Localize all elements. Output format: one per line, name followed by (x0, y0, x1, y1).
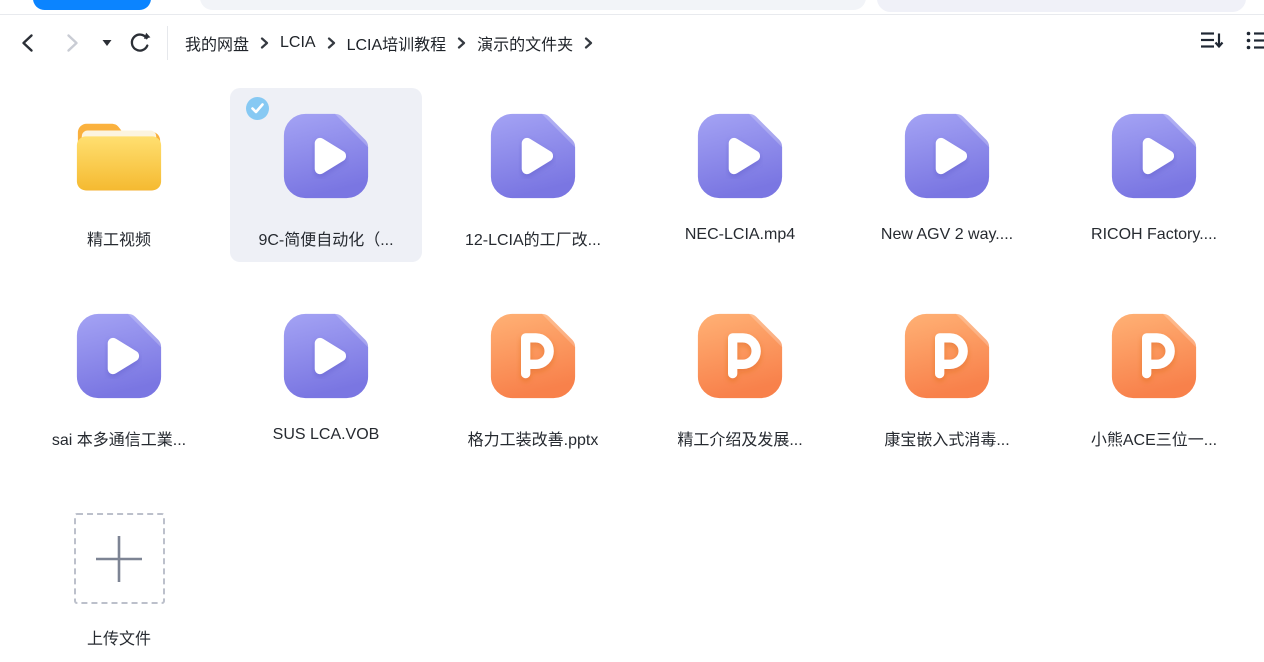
file-name: SUS LCA.VOB (273, 426, 380, 444)
file-name: 精工介绍及发展... (677, 426, 802, 450)
file-icon-wrap (279, 309, 373, 403)
plus-icon (90, 530, 148, 588)
file-name: 康宝嵌入式消毒... (884, 426, 1009, 450)
file-icon-wrap (486, 109, 580, 203)
header-primary-button[interactable] (33, 0, 151, 10)
file-icon-wrap (900, 309, 994, 403)
file-name: 小熊ACE三位一... (1091, 426, 1217, 450)
breadcrumb-separator-icon (584, 37, 593, 49)
navigation-toolbar: 我的网盘 LCIA LCIA培训教程 演示的文件夹 (0, 15, 1264, 71)
file-icon-wrap (1107, 109, 1201, 203)
video-file-icon (486, 109, 580, 203)
file-name: New AGV 2 way.... (881, 226, 1013, 244)
app-header-strip (0, 0, 1264, 15)
file-tile[interactable]: SUS LCA.VOB (230, 288, 422, 462)
file-icon-wrap (1107, 309, 1201, 403)
breadcrumb-item[interactable]: 我的网盘 (185, 31, 249, 55)
file-icon-wrap (72, 109, 166, 203)
breadcrumb-separator-icon (260, 37, 269, 49)
file-icon-wrap (72, 309, 166, 403)
file-icon-wrap (279, 109, 373, 203)
file-tile[interactable]: NEC-LCIA.mp4 (644, 88, 836, 262)
video-file-icon (279, 109, 373, 203)
view-mode-button[interactable] (1246, 30, 1264, 57)
breadcrumb-item[interactable]: 演示的文件夹 (477, 31, 573, 55)
ppt-file-icon (693, 309, 787, 403)
folder-icon (72, 114, 166, 198)
file-tile[interactable]: RICOH Factory.... (1058, 88, 1250, 262)
file-name: 格力工装改善.pptx (468, 426, 599, 450)
file-icon-wrap (693, 309, 787, 403)
refresh-icon (128, 31, 152, 55)
file-icon-wrap (900, 109, 994, 203)
file-icon-wrap (693, 109, 787, 203)
back-arrow-icon (18, 32, 38, 54)
file-tile[interactable]: 小熊ACE三位一... (1058, 288, 1250, 462)
upload-label: 上传文件 (87, 625, 151, 649)
ppt-file-icon (486, 309, 580, 403)
file-name: RICOH Factory.... (1091, 226, 1217, 244)
header-right-panel (877, 0, 1246, 12)
ppt-file-icon (1107, 309, 1201, 403)
header-search-bar[interactable] (200, 0, 866, 10)
forward-arrow-icon (62, 32, 82, 54)
back-button[interactable] (18, 32, 38, 54)
breadcrumb: 我的网盘 LCIA LCIA培训教程 演示的文件夹 (185, 15, 593, 71)
forward-button[interactable] (62, 32, 82, 54)
video-file-icon (279, 309, 373, 403)
sort-order-icon (1200, 30, 1224, 52)
ppt-file-icon (900, 309, 994, 403)
breadcrumb-item[interactable]: LCIA (280, 34, 316, 52)
file-icon-wrap (486, 309, 580, 403)
file-tile[interactable]: 格力工装改善.pptx (437, 288, 629, 462)
file-tile[interactable]: 康宝嵌入式消毒... (851, 288, 1043, 462)
caret-down-icon (102, 40, 112, 47)
file-name: NEC-LCIA.mp4 (685, 226, 795, 244)
file-grid: 精工视频 (23, 88, 1250, 662)
list-view-icon (1246, 30, 1264, 52)
file-name: 9C-简便自动化（... (258, 226, 393, 250)
file-tile[interactable]: 精工介绍及发展... (644, 288, 836, 462)
upload-dropzone[interactable] (74, 513, 165, 604)
file-tile[interactable]: 精工视频 (23, 88, 215, 262)
history-dropdown-button[interactable] (102, 40, 112, 47)
sort-button[interactable] (1200, 30, 1224, 57)
video-file-icon (1107, 109, 1201, 203)
file-tile[interactable]: 9C-简便自动化（... (230, 88, 422, 262)
selected-check-icon[interactable] (246, 97, 269, 120)
video-file-icon (900, 109, 994, 203)
breadcrumb-separator-icon (457, 37, 466, 49)
file-name: sai 本多通信工業... (52, 426, 186, 450)
file-name: 12-LCIA的工厂改... (465, 226, 601, 250)
refresh-button[interactable] (128, 31, 152, 55)
file-tile[interactable]: sai 本多通信工業... (23, 288, 215, 462)
video-file-icon (72, 309, 166, 403)
breadcrumb-item[interactable]: LCIA培训教程 (347, 31, 447, 55)
upload-tile[interactable]: 上传文件 (23, 488, 215, 662)
breadcrumb-separator-icon (327, 37, 336, 49)
file-tile[interactable]: New AGV 2 way.... (851, 88, 1043, 262)
file-name: 精工视频 (87, 226, 151, 250)
toolbar-divider (167, 26, 168, 60)
video-file-icon (693, 109, 787, 203)
file-tile[interactable]: 12-LCIA的工厂改... (437, 88, 629, 262)
